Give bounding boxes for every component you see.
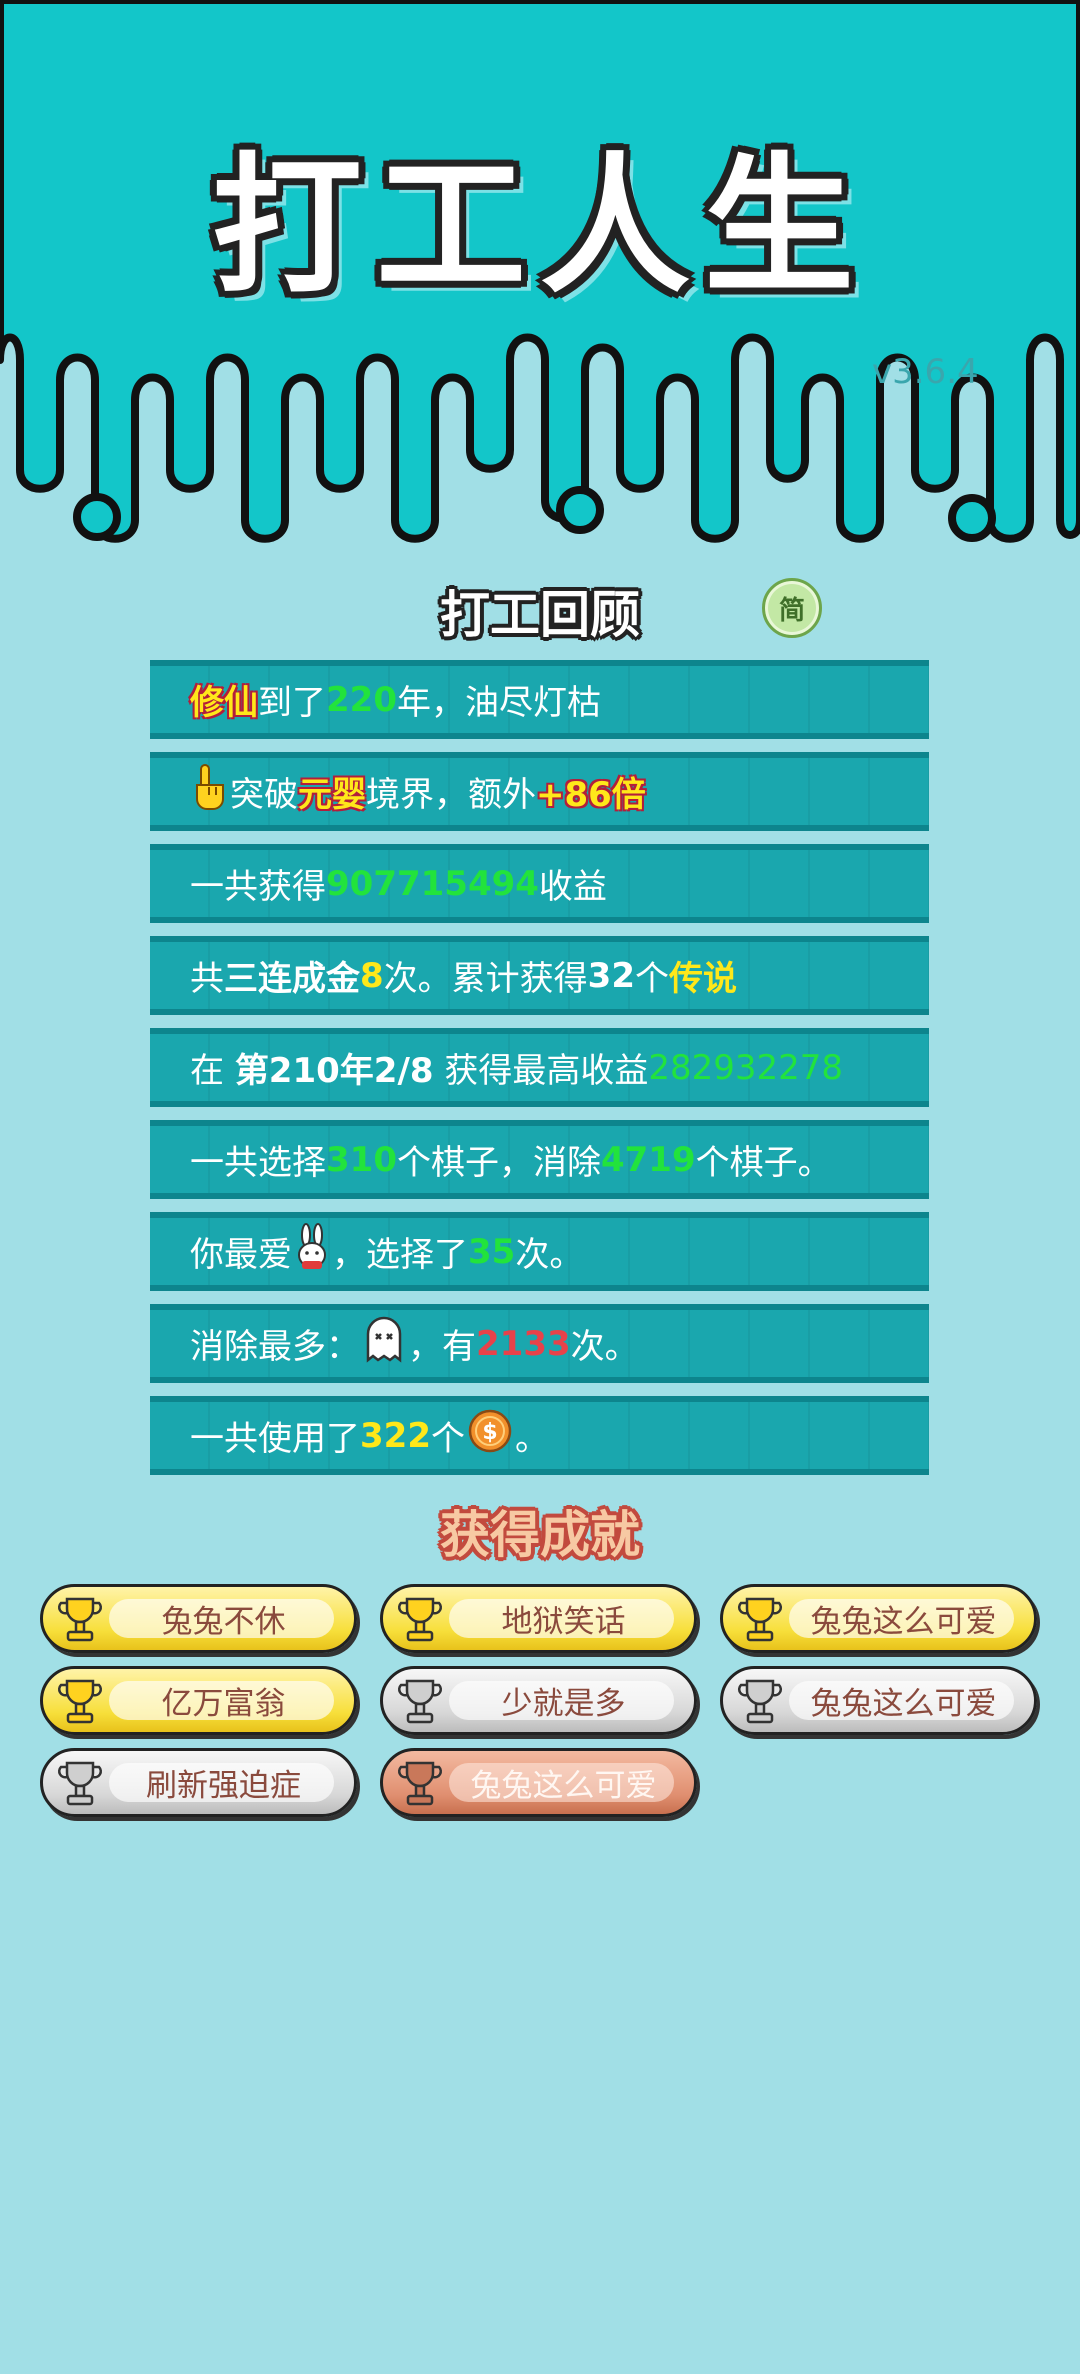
pieces-cleared-value: 4719: [600, 1139, 696, 1180]
achievement-badge[interactable]: 少就是多: [380, 1666, 697, 1735]
achievement-label: 少就是多: [501, 1686, 626, 1722]
silver-trophy-icon: [55, 1757, 105, 1815]
review-row-coins: 一共使用了 322 个 $ 。: [150, 1396, 929, 1475]
review-row-most-cleared: 消除最多： ，有 2133 次。: [150, 1304, 929, 1383]
review-row-triple: 共 三连成金 8 次。累计获得 32 个 传说: [150, 936, 929, 1015]
row-text: 个: [635, 959, 669, 999]
coin-icon: $: [467, 1408, 513, 1463]
achievement-badge[interactable]: 地狱笑话: [380, 1584, 697, 1653]
review-title: 打工回顾: [440, 586, 640, 644]
realm-tag: 元婴: [298, 775, 366, 815]
bonus-multiplier: +86倍: [536, 775, 646, 815]
rabbit-icon: [294, 1223, 330, 1280]
triple-count-value: 8: [360, 955, 384, 996]
pieces-selected-value: 310: [326, 1139, 397, 1180]
row-text: 次。: [515, 1235, 584, 1275]
row-text: ，有: [408, 1327, 476, 1367]
row-text: 个棋子。: [695, 1143, 832, 1183]
achievements-title: 获得成就: [440, 1506, 640, 1564]
achievement-label: 刷新强迫症: [146, 1768, 301, 1804]
achievement-label: 亿万富翁: [161, 1686, 286, 1722]
gold-trophy-icon: [735, 1593, 785, 1651]
row-text: 共: [190, 959, 224, 999]
review-row-breakthrough: 突破 元婴 境界，额外 +86倍: [150, 752, 929, 831]
triple-gold-label: 三连成金: [224, 959, 360, 999]
row-text: 个棋子，消除: [396, 1143, 601, 1183]
row-text: 次。: [570, 1327, 639, 1367]
gold-trophy-icon: [55, 1593, 105, 1651]
row-text: 在: [190, 1051, 235, 1091]
years-value: 220: [326, 679, 397, 720]
review-row-best-income: 在 第210年2/8 获得最高收益 282932278: [150, 1028, 929, 1107]
achievement-badge[interactable]: 兔兔这么可爱: [720, 1666, 1037, 1735]
hand-pointer-icon: [192, 763, 228, 820]
ghost-icon: [362, 1314, 406, 1373]
most-cleared-count: 2133: [476, 1323, 571, 1364]
gold-trophy-icon: [395, 1593, 445, 1651]
row-text: 年，油尽灯枯: [396, 683, 601, 723]
coins-used-value: 322: [360, 1415, 431, 1456]
achievement-badge[interactable]: 兔兔这么可爱: [720, 1584, 1037, 1653]
game-title: 打工人生: [211, 140, 868, 314]
achievement-label: 兔兔不休: [161, 1604, 286, 1640]
legend-label: 传说: [669, 959, 737, 999]
row-text: 境界，额外: [366, 775, 536, 815]
cultivation-tag: 修仙: [190, 683, 258, 723]
review-list: 修仙 到了 220 年，油尽灯枯 突破 元婴 境界，额外 +86倍 一共获得 9…: [150, 660, 929, 1488]
silver-trophy-icon: [735, 1675, 785, 1733]
achievement-badge[interactable]: 兔兔不休: [40, 1584, 357, 1653]
row-text: 收益: [538, 867, 607, 907]
row-text: 次。累计获得: [383, 959, 588, 999]
row-text: 到了: [258, 683, 326, 723]
review-row-favorite: 你最爱 ，选择了 35 次。: [150, 1212, 929, 1291]
gold-trophy-icon: [55, 1675, 105, 1733]
row-text: 。: [514, 1419, 549, 1459]
simplified-toggle-button[interactable]: 简: [762, 578, 822, 638]
achievement-label: 兔兔这么可爱: [470, 1768, 657, 1804]
favorite-count-value: 35: [468, 1231, 516, 1272]
row-text: ，选择了: [332, 1235, 468, 1275]
silver-trophy-icon: [395, 1675, 445, 1733]
row-text: 突破: [230, 775, 298, 815]
row-text: 你最爱: [190, 1235, 292, 1275]
achievement-badge[interactable]: 刷新强迫症: [40, 1748, 357, 1817]
bronze-trophy-icon: [395, 1757, 445, 1815]
achievement-label: 兔兔这么可爱: [810, 1686, 997, 1722]
row-text: 一共获得: [190, 867, 326, 907]
header: 打工人生 v3.6.4: [0, 0, 1080, 560]
row-text: 一共选择: [190, 1143, 326, 1183]
svg-text:$: $: [482, 1420, 497, 1445]
legend-count-value: 32: [587, 955, 635, 996]
achievement-badge[interactable]: 亿万富翁: [40, 1666, 357, 1735]
total-earnings-value: 907715494: [326, 863, 539, 904]
best-income-value: 282932278: [648, 1047, 844, 1088]
row-text: 一共使用了: [190, 1419, 360, 1459]
version-label: v3.6.4: [872, 352, 979, 392]
row-text: 获得最高收益: [433, 1051, 649, 1091]
review-row-pieces: 一共选择 310 个棋子，消除 4719 个棋子。: [150, 1120, 929, 1199]
row-text: 个: [430, 1419, 465, 1459]
achievement-label: 地狱笑话: [501, 1604, 626, 1640]
row-text: 消除最多：: [190, 1327, 360, 1367]
achievement-label: 兔兔这么可爱: [810, 1604, 997, 1640]
achievement-badge[interactable]: 兔兔这么可爱: [380, 1748, 697, 1817]
review-row-cultivation: 修仙 到了 220 年，油尽灯枯: [150, 660, 929, 739]
best-date-value: 第210年2/8: [234, 1051, 434, 1091]
review-row-total-earnings: 一共获得 907715494 收益: [150, 844, 929, 923]
